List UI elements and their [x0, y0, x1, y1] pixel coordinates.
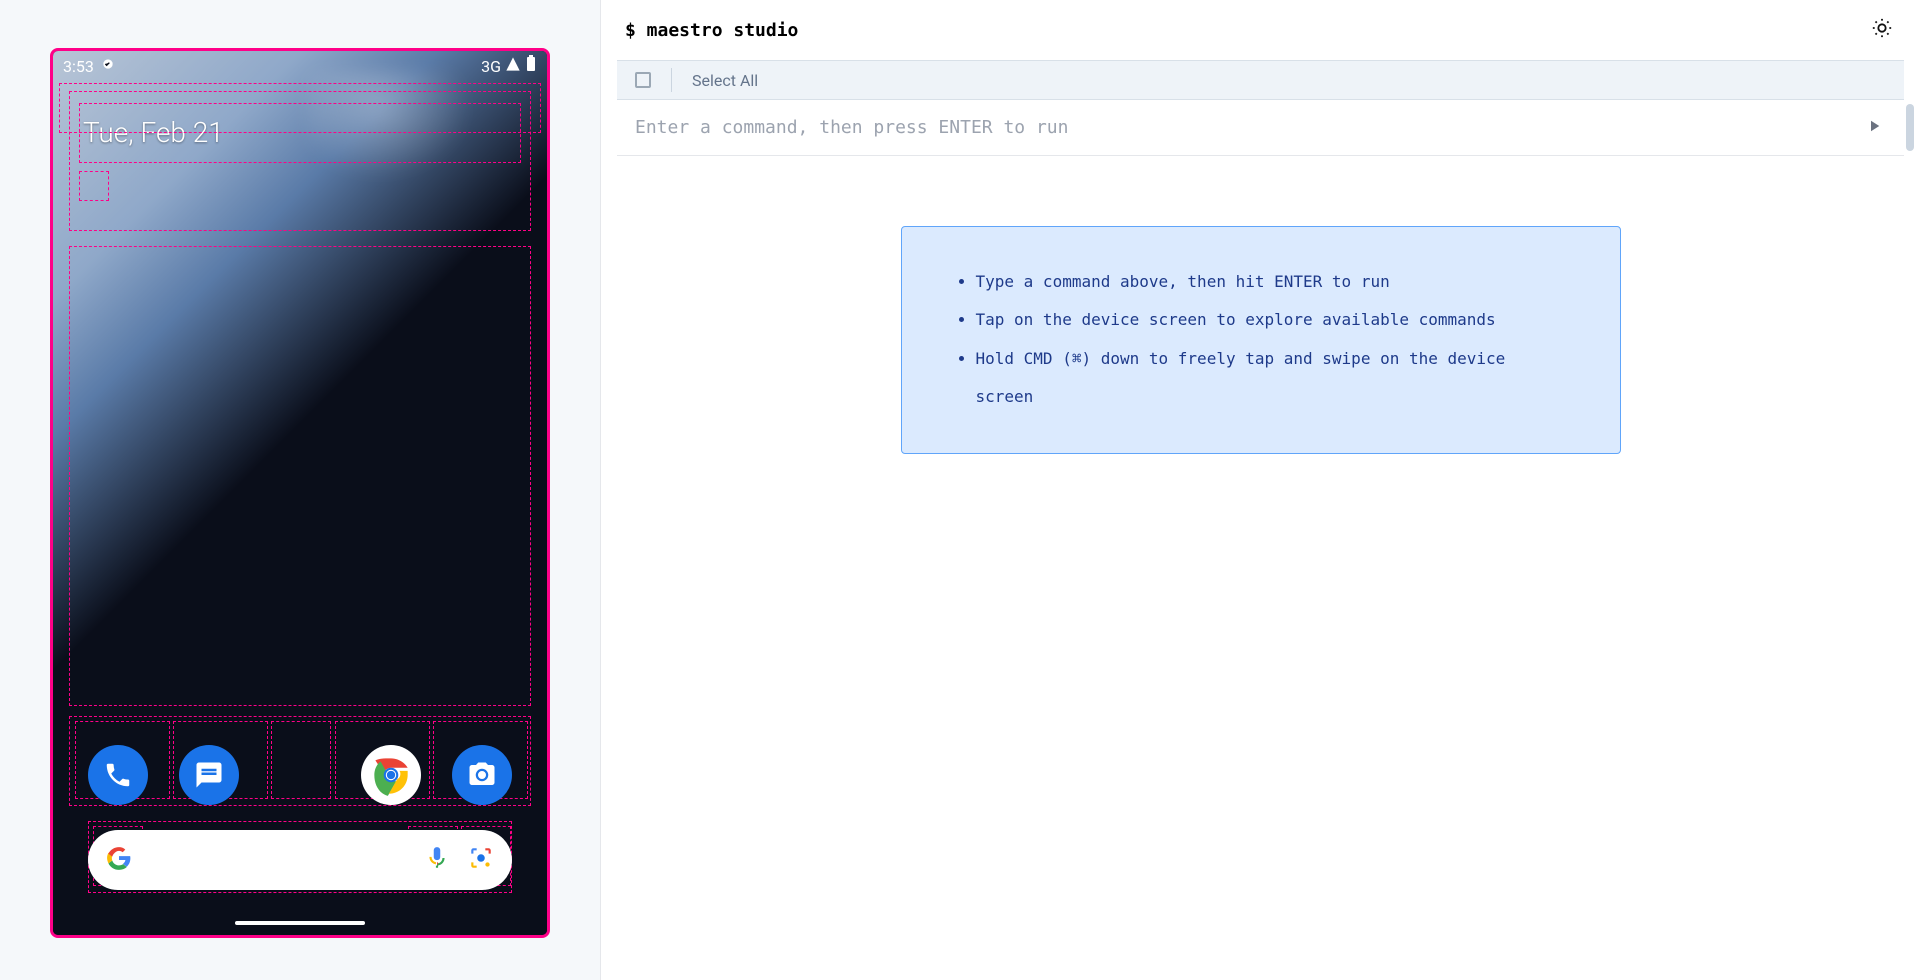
command-input[interactable]	[635, 117, 1862, 138]
command-toolbar: Select All	[617, 60, 1904, 100]
select-all-label[interactable]: Select All	[692, 71, 758, 90]
notification-icon	[100, 56, 116, 76]
device-frame[interactable]: 3:53 3G Tue, Feb 21	[50, 48, 550, 938]
studio-panel: $ maestro studio Select All	[600, 0, 1920, 980]
hint-item: Type a command above, then hit ENTER to …	[976, 263, 1570, 301]
device-search-bar[interactable]	[88, 830, 512, 890]
mic-icon[interactable]	[424, 845, 450, 875]
lens-icon[interactable]	[468, 845, 494, 875]
status-time: 3:53	[63, 57, 94, 76]
hint-item: Hold CMD (⌘) down to freely tap and swip…	[976, 340, 1570, 417]
hint-item: Tap on the device screen to explore avai…	[976, 301, 1570, 339]
studio-header: $ maestro studio	[601, 0, 1920, 60]
dock-messages-icon[interactable]	[179, 745, 239, 805]
signal-icon	[505, 56, 521, 76]
google-logo-icon	[106, 845, 132, 875]
device-nav-handle[interactable]	[235, 921, 365, 925]
status-network: 3G	[481, 57, 501, 76]
toolbar-divider	[671, 68, 672, 92]
run-button[interactable]	[1862, 116, 1886, 140]
dock-phone-icon[interactable]	[88, 745, 148, 805]
device-status-bar: 3:53 3G	[53, 51, 547, 81]
app-title: $ maestro studio	[625, 20, 798, 41]
command-input-row	[617, 100, 1904, 156]
sun-icon	[1871, 17, 1893, 44]
hint-box: Type a command above, then hit ENTER to …	[901, 226, 1621, 454]
dock-empty-slot	[270, 745, 330, 805]
date-widget[interactable]: Tue, Feb 21	[83, 116, 224, 149]
select-all-checkbox[interactable]	[635, 72, 651, 88]
battery-icon	[525, 55, 537, 77]
device-dock	[53, 745, 547, 805]
theme-toggle-button[interactable]	[1868, 16, 1896, 44]
device-panel: 3:53 3G Tue, Feb 21	[0, 0, 600, 980]
scrollbar[interactable]	[1906, 104, 1914, 151]
content-area: Type a command above, then hit ENTER to …	[601, 156, 1920, 980]
play-icon	[1865, 117, 1883, 139]
dock-camera-icon[interactable]	[452, 745, 512, 805]
dock-chrome-icon[interactable]	[361, 745, 421, 805]
